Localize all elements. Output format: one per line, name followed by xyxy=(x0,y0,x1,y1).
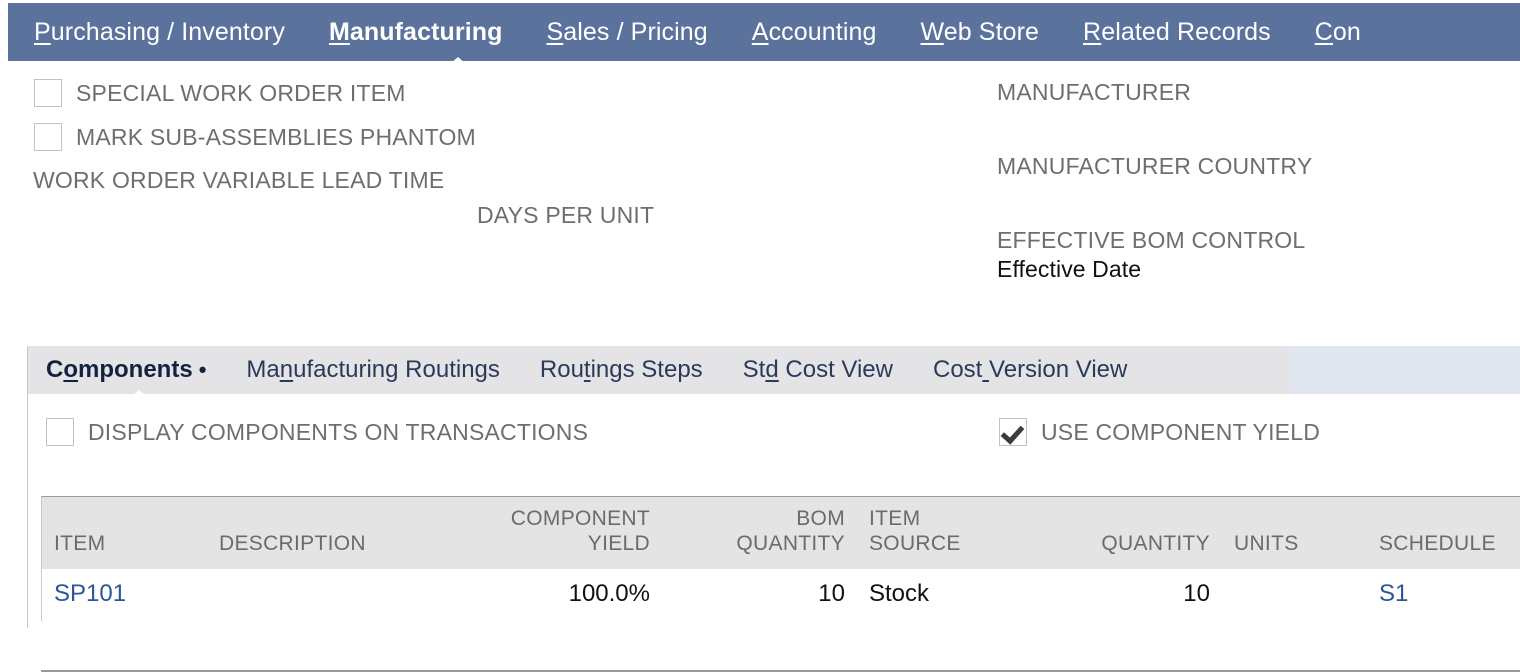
cell-component-yield[interactable]: 100.0% xyxy=(452,569,662,621)
cell-units[interactable] xyxy=(1222,569,1367,621)
column-header-line2: QUANTITY xyxy=(674,532,845,557)
field-manufacturer-country: MANUFACTURER COUNTRY xyxy=(997,153,1312,180)
column-header-description[interactable]: DESCRIPTION xyxy=(207,497,452,569)
components-table: ITEM DESCRIPTION COMPONENT YIELD BOM xyxy=(42,497,1520,621)
components-table-body: SP101 100.0% 10 Stock 10 S1 xyxy=(42,569,1520,621)
tab-label: eb Store xyxy=(944,18,1039,46)
cell-item: SP101 xyxy=(42,569,207,621)
subtab-routings-steps[interactable]: Routings Steps xyxy=(520,346,723,394)
tab-purchasing-inventory[interactable]: Purchasing / Inventory xyxy=(8,3,307,61)
subtab-mnemonic xyxy=(982,356,989,383)
table-header-row: ITEM DESCRIPTION COMPONENT YIELD BOM xyxy=(42,497,1520,569)
mark-sub-assemblies-phantom-label: MARK SUB-ASSEMBLIES PHANTOM xyxy=(76,124,476,151)
column-header-item[interactable]: ITEM xyxy=(42,497,207,569)
subtab-std-cost-view[interactable]: Std Cost View xyxy=(723,346,913,394)
subtab-mnemonic: t xyxy=(584,356,591,383)
column-header-line2: DESCRIPTION xyxy=(219,532,440,557)
tab-mnemonic: W xyxy=(920,18,943,46)
table-row[interactable]: SP101 100.0% 10 Stock 10 S1 xyxy=(42,569,1520,621)
display-components-on-transactions-checkbox[interactable] xyxy=(46,418,74,446)
tab-label: ales / Pricing xyxy=(563,18,708,46)
components-table-header: ITEM DESCRIPTION COMPONENT YIELD BOM xyxy=(42,497,1520,569)
display-components-on-transactions-label: DISPLAY COMPONENTS ON TRANSACTIONS xyxy=(88,419,588,446)
mark-sub-assemblies-phantom-checkbox[interactable] xyxy=(34,123,62,151)
field-manufacturer: MANUFACTURER xyxy=(997,79,1191,106)
field-mark-sub-assemblies-phantom[interactable]: MARK SUB-ASSEMBLIES PHANTOM xyxy=(34,123,476,151)
tab-label: urchasing / Inventory xyxy=(51,18,285,46)
tab-label: elated Records xyxy=(1101,18,1271,46)
column-header-component-yield[interactable]: COMPONENT YIELD xyxy=(452,497,662,569)
subtab-mnemonic: d xyxy=(765,356,778,383)
cell-description[interactable] xyxy=(207,569,452,621)
components-panel: Components• Manufacturing Routings Routi… xyxy=(27,346,1520,628)
tab-mnemonic: C xyxy=(1315,18,1333,46)
cell-item-source[interactable]: Stock xyxy=(857,569,1057,621)
tab-sales-pricing[interactable]: Sales / Pricing xyxy=(524,3,729,61)
subtab-mnemonic: n xyxy=(280,356,293,383)
subtab-modified-dot-icon: • xyxy=(199,357,207,382)
tab-web-store[interactable]: Web Store xyxy=(898,3,1061,61)
sub-tab-bar-inner: Components• Manufacturing Routings Routi… xyxy=(28,346,1289,394)
effective-bom-control-value[interactable]: Effective Date xyxy=(997,256,1305,283)
tab-accounting[interactable]: Accounting xyxy=(730,3,899,61)
manufacturer-label: MANUFACTURER xyxy=(997,79,1191,106)
column-header-line2: YIELD xyxy=(464,532,650,557)
tab-mnemonic: M xyxy=(329,18,350,46)
column-header-units[interactable]: UNITS xyxy=(1222,497,1367,569)
tab-label: ccounting xyxy=(769,18,877,46)
subtab-cost-version-view[interactable]: Cost Version View xyxy=(913,346,1147,394)
field-effective-bom-control[interactable]: EFFECTIVE BOM CONTROL Effective Date xyxy=(997,227,1305,283)
column-header-schedule[interactable]: SCHEDULE xyxy=(1367,497,1520,569)
column-header-line1: COMPONENT xyxy=(464,507,650,532)
column-header-line1: ITEM xyxy=(869,507,1045,532)
tab-mnemonic: A xyxy=(752,18,769,46)
tab-mnemonic: R xyxy=(1083,18,1101,46)
subtab-mnemonic: o xyxy=(63,356,78,383)
effective-bom-control-label: EFFECTIVE BOM CONTROL xyxy=(997,227,1305,254)
subtab-manufacturing-routings[interactable]: Manufacturing Routings xyxy=(226,346,520,394)
subtab-components[interactable]: Components• xyxy=(28,346,226,394)
tab-communication[interactable]: Con xyxy=(1293,3,1383,61)
column-header-line2: QUANTITY xyxy=(1069,532,1210,557)
cell-schedule: S1 xyxy=(1367,569,1520,621)
sub-tab-bar: Components• Manufacturing Routings Routi… xyxy=(28,346,1520,394)
schedule-link[interactable]: S1 xyxy=(1379,580,1408,607)
tab-mnemonic: S xyxy=(546,18,563,46)
column-header-line2: ITEM xyxy=(54,532,195,557)
field-use-component-yield[interactable]: USE COMPONENT YIELD xyxy=(999,418,1320,446)
cell-bom-quantity[interactable]: 10 xyxy=(662,569,857,621)
column-header-quantity[interactable]: QUANTITY xyxy=(1057,497,1222,569)
column-header-bom-quantity[interactable]: BOM QUANTITY xyxy=(662,497,857,569)
tab-manufacturing[interactable]: Manufacturing xyxy=(307,3,525,61)
tab-mnemonic: P xyxy=(34,18,51,46)
main-tab-bar: Purchasing / Inventory Manufacturing Sal… xyxy=(8,3,1520,61)
item-link[interactable]: SP101 xyxy=(54,580,126,607)
column-header-line2: UNITS xyxy=(1234,532,1355,557)
use-component-yield-checkbox[interactable] xyxy=(999,418,1027,446)
tab-related-records[interactable]: Related Records xyxy=(1061,3,1293,61)
work-order-variable-lead-time-label: WORK ORDER VARIABLE LEAD TIME xyxy=(33,167,444,194)
column-header-line1: BOM xyxy=(674,507,845,532)
days-per-unit-label: DAYS PER UNIT xyxy=(477,202,654,229)
special-work-order-item-checkbox[interactable] xyxy=(34,79,62,107)
field-display-components-on-transactions[interactable]: DISPLAY COMPONENTS ON TRANSACTIONS xyxy=(46,418,588,446)
cell-quantity[interactable]: 10 xyxy=(1057,569,1222,621)
special-work-order-item-label: SPECIAL WORK ORDER ITEM xyxy=(76,80,406,107)
use-component-yield-label: USE COMPONENT YIELD xyxy=(1041,419,1320,446)
field-special-work-order-item[interactable]: SPECIAL WORK ORDER ITEM xyxy=(34,79,406,107)
tab-label: on xyxy=(1333,18,1361,46)
components-grid: ITEM DESCRIPTION COMPONENT YIELD BOM xyxy=(41,496,1520,621)
column-header-item-source[interactable]: ITEM SOURCE xyxy=(857,497,1057,569)
field-days-per-unit: DAYS PER UNIT xyxy=(477,202,654,229)
components-panel-body: DISPLAY COMPONENTS ON TRANSACTIONS USE C… xyxy=(28,394,1520,628)
field-work-order-variable-lead-time: WORK ORDER VARIABLE LEAD TIME xyxy=(33,167,444,194)
manufacturing-form: SPECIAL WORK ORDER ITEM MARK SUB-ASSEMBL… xyxy=(0,61,1520,341)
manufacturer-country-label: MANUFACTURER COUNTRY xyxy=(997,153,1312,180)
column-header-line2: SOURCE xyxy=(869,532,1045,557)
tab-label: anufacturing xyxy=(350,18,503,46)
column-header-line2: SCHEDULE xyxy=(1379,532,1510,557)
